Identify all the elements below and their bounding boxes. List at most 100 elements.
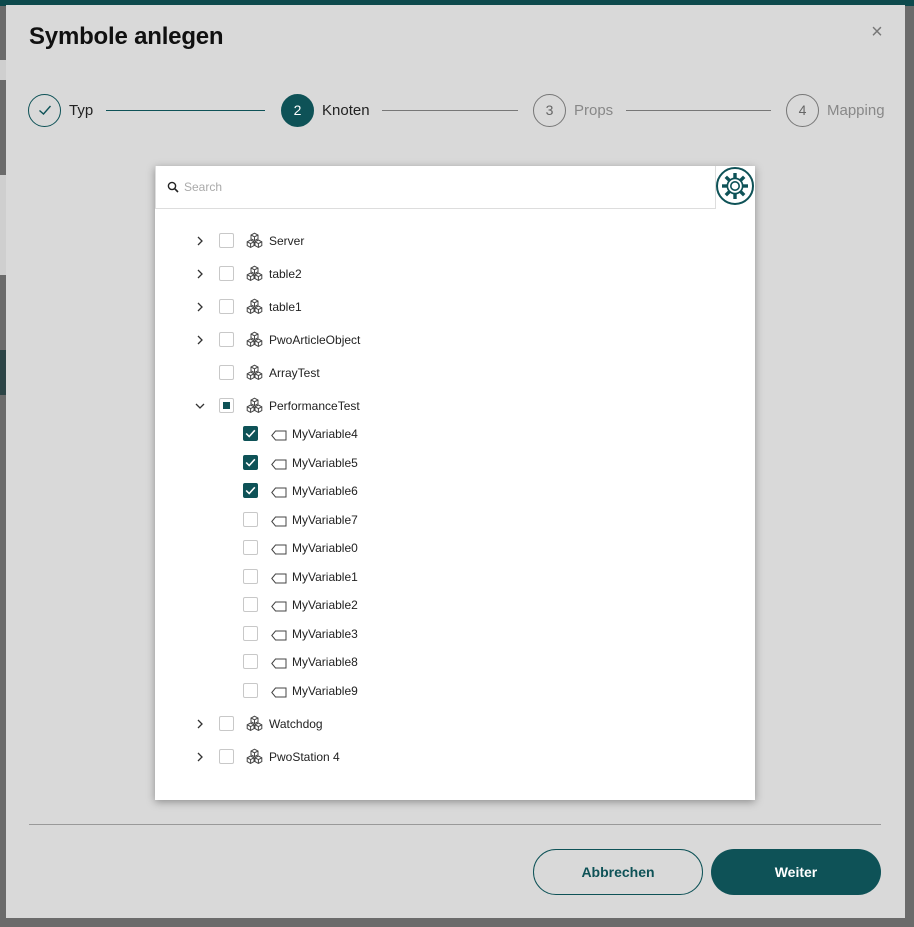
node-checkbox[interactable] [219, 365, 234, 380]
tag-icon [271, 599, 287, 612]
check-icon [28, 93, 61, 127]
object-node-icon [246, 364, 263, 381]
tag-icon [271, 457, 287, 469]
step-knoten[interactable]: 2 Knoten [281, 93, 370, 127]
step-number: 2 [281, 93, 314, 127]
tree-child-node[interactable]: MyVariable7 [155, 509, 755, 531]
tree-node[interactable]: PerformanceTest [155, 395, 755, 417]
variable-checkbox[interactable] [243, 454, 258, 470]
tree-node[interactable]: table1 [155, 296, 755, 318]
stepper-connector [106, 110, 265, 111]
variable-label: MyVariable7 [292, 512, 358, 527]
node-label: table2 [269, 267, 302, 281]
variable-checkbox[interactable] [243, 625, 258, 641]
node-tree-panel: Server table2 table1 PwoArticleObject ArrayT… [155, 166, 755, 800]
dialog-title: Symbole anlegen [29, 23, 224, 50]
node-checkbox[interactable] [219, 716, 234, 731]
tree-child-node[interactable]: MyVariable6 [155, 480, 755, 502]
tree-child-node[interactable]: MyVariable1 [155, 566, 755, 588]
tag-icon [271, 542, 287, 555]
node-label: PwoArticleObject [269, 333, 361, 347]
node-checkbox[interactable] [219, 266, 234, 281]
variable-checkbox[interactable] [243, 483, 258, 498]
step-props[interactable]: 3 Props [533, 93, 613, 127]
object-node-icon [246, 232, 263, 249]
node-checkbox[interactable] [219, 332, 234, 347]
tag-icon [271, 628, 287, 640]
variable-label: MyVariable9 [292, 683, 358, 698]
variable-label: MyVariable0 [292, 541, 358, 555]
variable-label: MyVariable5 [292, 455, 358, 470]
tree-child-node[interactable]: MyVariable3 [155, 623, 755, 645]
node-label: Server [269, 234, 305, 248]
chevron-right-icon[interactable] [194, 334, 206, 346]
chevron-down-icon[interactable] [194, 400, 206, 412]
node-label: table1 [269, 300, 302, 314]
tree-child-node[interactable]: MyVariable0 [155, 537, 755, 559]
tag-icon [271, 656, 287, 669]
chevron-right-icon[interactable] [194, 301, 206, 313]
chevron-right-icon[interactable] [194, 268, 206, 280]
tree-child-node[interactable]: MyVariable5 [155, 452, 755, 474]
node-checkbox[interactable] [219, 299, 234, 314]
step-label: Mapping [827, 101, 885, 119]
next-button[interactable]: Weiter [711, 849, 881, 895]
step-number: 3 [533, 93, 566, 127]
tree-node[interactable]: Server [155, 230, 755, 252]
tree-child-node[interactable]: MyVariable8 [155, 651, 755, 673]
tree-node[interactable]: ArrayTest [155, 362, 755, 384]
step-label: Typ [69, 101, 94, 119]
create-symbols-dialog: Symbole anlegen × Typ 2 Knoten 3 Props 4… [6, 5, 905, 918]
step-label: Props [574, 101, 614, 119]
variable-checkbox[interactable] [243, 426, 258, 441]
step-number: 4 [786, 93, 819, 127]
tree-child-node[interactable]: MyVariable9 [155, 680, 755, 702]
tree-node[interactable]: table2 [155, 263, 755, 285]
variable-checkbox[interactable] [243, 682, 258, 698]
tree-node[interactable]: PwoArticleObject [155, 329, 755, 351]
gear-icon [716, 167, 754, 205]
close-button[interactable]: × [866, 22, 888, 44]
stepper-connector [382, 110, 518, 111]
variable-label: MyVariable1 [292, 569, 358, 584]
object-node-icon [246, 748, 263, 765]
tag-icon [271, 571, 287, 583]
tree-node[interactable]: Watchdog [155, 713, 755, 735]
variable-checkbox[interactable] [243, 511, 258, 527]
tag-icon [271, 685, 287, 697]
cancel-button[interactable]: Abbrechen [533, 849, 703, 895]
search-bar [155, 166, 716, 209]
chevron-right-icon[interactable] [194, 235, 206, 247]
search-icon [167, 181, 179, 193]
tree-node[interactable]: PwoStation 4 [155, 746, 755, 768]
node-checkbox[interactable] [219, 749, 234, 764]
variable-label: MyVariable3 [292, 626, 358, 641]
tag-icon [271, 485, 287, 498]
variable-label: MyVariable2 [292, 598, 358, 612]
tree-child-node[interactable]: MyVariable4 [155, 423, 755, 445]
variable-label: MyVariable8 [292, 655, 358, 669]
node-checkbox[interactable] [219, 233, 234, 248]
node-label: Watchdog [269, 717, 323, 731]
step-mapping[interactable]: 4 Mapping [786, 93, 885, 127]
object-node-icon [246, 397, 263, 414]
node-label: PwoStation 4 [269, 750, 340, 764]
variable-checkbox[interactable] [243, 540, 258, 555]
object-node-icon [246, 298, 263, 315]
node-checkbox[interactable] [219, 398, 234, 413]
variable-label: MyVariable6 [292, 484, 358, 498]
chevron-right-icon[interactable] [194, 718, 206, 730]
step-typ[interactable]: Typ [28, 93, 93, 127]
variable-checkbox[interactable] [243, 568, 258, 584]
settings-button[interactable] [716, 167, 754, 205]
object-node-icon [246, 265, 263, 282]
stepper-connector [626, 110, 771, 111]
node-label: PerformanceTest [269, 399, 360, 413]
stepper: Typ 2 Knoten 3 Props 4 Mapping [28, 93, 886, 127]
tree-child-node[interactable]: MyVariable2 [155, 594, 755, 616]
step-label: Knoten [322, 101, 370, 119]
search-input[interactable] [184, 180, 664, 194]
chevron-right-icon[interactable] [194, 751, 206, 763]
variable-checkbox[interactable] [243, 597, 258, 612]
variable-checkbox[interactable] [243, 654, 258, 669]
